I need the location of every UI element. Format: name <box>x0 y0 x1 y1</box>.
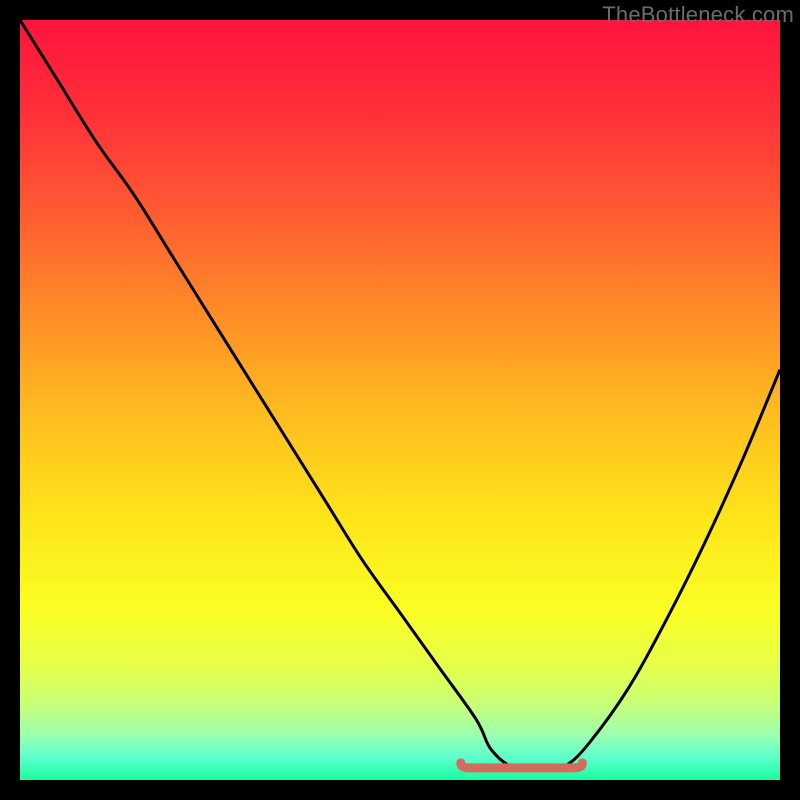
optimal-region-marker <box>461 763 583 768</box>
chart-frame <box>20 20 780 780</box>
gradient-background <box>20 20 780 780</box>
bottleneck-chart <box>20 20 780 780</box>
watermark-text: TheBottleneck.com <box>602 2 794 28</box>
